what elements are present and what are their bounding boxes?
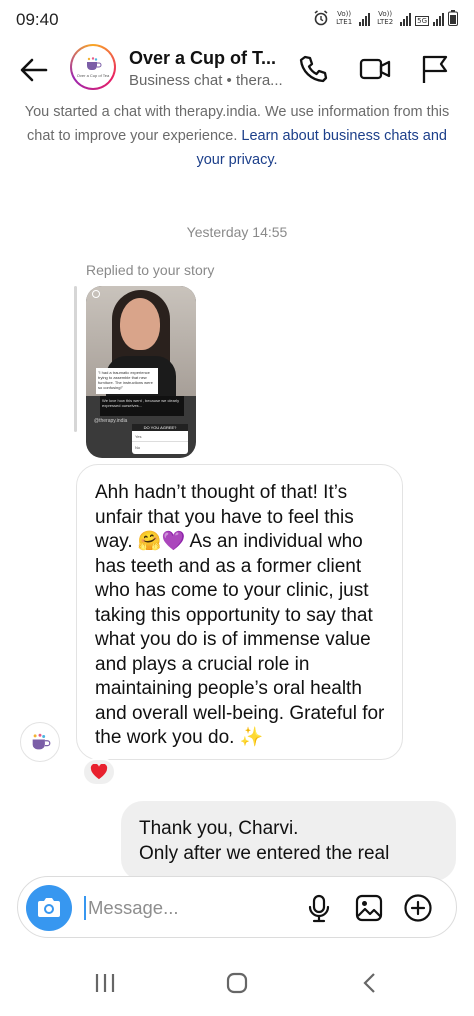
message-timestamp: Yesterday 14:55 bbox=[186, 224, 288, 240]
story-face bbox=[120, 298, 160, 350]
chat-subtitle: Business chat • thera... bbox=[129, 72, 283, 89]
recent-apps-icon[interactable] bbox=[90, 970, 120, 996]
system-navigation-bar bbox=[0, 948, 474, 1016]
microphone-icon[interactable] bbox=[304, 893, 334, 923]
sim1-signal-icon bbox=[359, 12, 371, 26]
incoming-message-bubble[interactable]: Ahh hadn’t thought of that! It’s unfair … bbox=[76, 464, 403, 760]
camera-icon bbox=[38, 898, 60, 917]
chat-title[interactable]: Over a Cup of T... bbox=[129, 48, 276, 69]
heart-reaction[interactable] bbox=[82, 758, 116, 786]
sim2-signal-icon bbox=[400, 12, 412, 26]
business-avatar[interactable]: Over a Cup of Tea bbox=[70, 44, 116, 90]
phone-icon[interactable] bbox=[296, 52, 330, 86]
poll-option: No bbox=[135, 445, 141, 450]
camera-button[interactable] bbox=[26, 885, 72, 931]
gallery-icon[interactable] bbox=[354, 893, 384, 923]
story-ring-icon bbox=[92, 290, 100, 298]
story-poll: DO YOU AGREE? Yes No bbox=[132, 424, 188, 454]
sender-avatar[interactable] bbox=[20, 722, 60, 762]
network-badge: 5G bbox=[415, 16, 429, 26]
sim1-label: Vo)) LTE1 bbox=[336, 10, 353, 26]
video-call-icon[interactable] bbox=[358, 52, 392, 86]
flag-icon[interactable] bbox=[418, 52, 452, 86]
story-handle: @therapy.india bbox=[94, 418, 128, 424]
story-caption-bottom: We love how this went , because we clear… bbox=[100, 396, 184, 416]
story-caption-top: "I had a traumatic experience trying to … bbox=[96, 368, 158, 394]
tea-cup-logo-icon bbox=[32, 733, 51, 750]
tea-cup-logo-icon bbox=[86, 56, 102, 70]
back-arrow-icon[interactable] bbox=[16, 52, 52, 88]
mobile-data-signal-icon bbox=[433, 12, 444, 26]
avatar-caption: Over a Cup of Tea bbox=[76, 72, 110, 78]
alarm-icon bbox=[314, 10, 328, 26]
sim2-label: Vo)) LTE2 bbox=[377, 10, 394, 26]
outgoing-message-text: Thank you, Charvi. Only after we entered… bbox=[139, 818, 390, 864]
story-preview[interactable]: "I had a traumatic experience trying to … bbox=[86, 286, 196, 458]
add-icon[interactable] bbox=[403, 893, 433, 923]
status-bar: 09:40 Vo)) LTE1 Vo)) LTE2 5G bbox=[0, 0, 474, 40]
reply-indicator-line bbox=[74, 286, 77, 432]
poll-option: Yes bbox=[132, 431, 188, 442]
business-chat-notice: You started a chat with therapy.india. W… bbox=[18, 100, 456, 172]
battery-icon bbox=[448, 10, 458, 26]
heart-icon bbox=[90, 764, 108, 780]
replied-to-story-label: Replied to your story bbox=[86, 262, 215, 278]
status-time: 09:40 bbox=[16, 10, 59, 29]
message-input[interactable] bbox=[84, 891, 294, 925]
poll-header: DO YOU AGREE? bbox=[132, 424, 188, 431]
outgoing-message-bubble[interactable]: Thank you, Charvi. Only after we entered… bbox=[121, 801, 456, 881]
back-icon[interactable] bbox=[356, 970, 386, 996]
status-icons: Vo)) LTE1 Vo)) LTE2 5G bbox=[313, 10, 458, 26]
home-icon[interactable] bbox=[222, 970, 252, 996]
chat-header: Over a Cup of Tea Over a Cup of T... Bus… bbox=[0, 40, 474, 100]
message-composer bbox=[17, 876, 457, 938]
